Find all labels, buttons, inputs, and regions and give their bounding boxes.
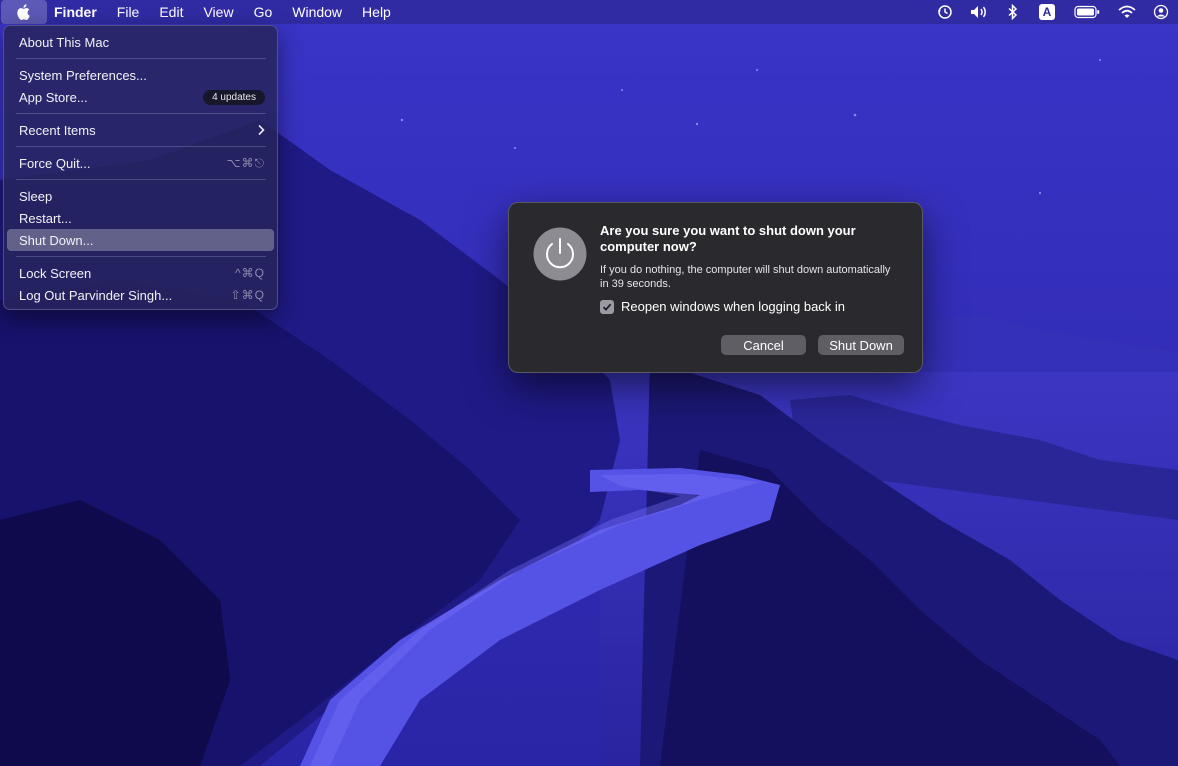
chevron-right-icon — [258, 124, 265, 136]
menu-item-shortcut: ^⌘Q — [235, 266, 265, 280]
status-area: A — [928, 0, 1178, 24]
checkbox-label: Reopen windows when logging back in — [621, 299, 846, 314]
menu-item-label: About This Mac — [19, 34, 110, 50]
menu-separator — [16, 58, 266, 59]
menu-item-shut-down[interactable]: Shut Down... — [7, 229, 274, 251]
time-machine-icon[interactable] — [928, 0, 962, 24]
checkmark-icon — [602, 303, 612, 311]
menu-go[interactable]: Go — [244, 0, 283, 24]
menu-item-label: Recent Items — [19, 122, 96, 138]
menu-separator — [16, 146, 266, 147]
checkbox-box[interactable] — [600, 299, 614, 314]
menu-item-log-out[interactable]: Log Out Parvinder Singh... ⇧⌘Q — [7, 284, 274, 306]
menu-window[interactable]: Window — [282, 0, 352, 24]
shut-down-button[interactable]: Shut Down — [818, 335, 904, 355]
menu-item-restart[interactable]: Restart... — [7, 207, 274, 229]
menu-item-shortcut: ⌥⌘⎋ — [226, 155, 265, 170]
menu-file[interactable]: File — [107, 0, 150, 24]
menu-item-shortcut: ⇧⌘Q — [230, 288, 265, 302]
menu-item-label: Sleep — [19, 188, 53, 204]
apple-menu-button[interactable] — [1, 0, 47, 24]
volume-icon[interactable] — [962, 0, 996, 24]
menu-item-about-this-mac[interactable]: About This Mac — [7, 31, 274, 53]
menu-bar: Finder File Edit View Go Window Help A — [0, 0, 1178, 24]
power-icon — [533, 227, 587, 281]
menu-item-app-store[interactable]: App Store... 4 updates — [7, 86, 274, 108]
menu-item-system-preferences[interactable]: System Preferences... — [7, 64, 274, 86]
apple-icon — [17, 4, 30, 20]
menu-item-label: Restart... — [19, 210, 72, 226]
menu-item-force-quit[interactable]: Force Quit... ⌥⌘⎋ — [7, 152, 274, 174]
menu-item-lock-screen[interactable]: Lock Screen ^⌘Q — [7, 262, 274, 284]
shutdown-dialog: Are you sure you want to shut down your … — [508, 202, 923, 373]
menu-item-sleep[interactable]: Sleep — [7, 185, 274, 207]
menu-item-label: Shut Down... — [19, 232, 94, 248]
menu-item-label: App Store... — [19, 89, 88, 105]
updates-badge: 4 updates — [203, 89, 265, 105]
input-source-letter: A — [1039, 4, 1055, 20]
bluetooth-icon[interactable] — [996, 0, 1030, 24]
menu-item-label: Log Out Parvinder Singh... — [19, 287, 173, 303]
dialog-message: If you do nothing, the computer will shu… — [600, 264, 891, 290]
menu-item-recent-items[interactable]: Recent Items — [7, 119, 274, 141]
menu-finder[interactable]: Finder — [47, 0, 107, 24]
reopen-windows-checkbox[interactable]: Reopen windows when logging back in — [600, 299, 845, 314]
menu-separator — [16, 256, 266, 257]
menu-item-label: Force Quit... — [19, 155, 91, 171]
menu-edit[interactable]: Edit — [149, 0, 193, 24]
menu-item-label: System Preferences... — [19, 67, 147, 83]
user-icon[interactable] — [1144, 0, 1178, 24]
menu-view[interactable]: View — [193, 0, 243, 24]
input-source-icon[interactable]: A — [1030, 0, 1064, 24]
apple-menu: About This Mac System Preferences... App… — [3, 25, 278, 310]
menu-separator — [16, 113, 266, 114]
wifi-icon[interactable] — [1110, 0, 1144, 24]
menu-item-label: Lock Screen — [19, 265, 92, 281]
cancel-button[interactable]: Cancel — [721, 335, 806, 355]
menu-separator — [16, 179, 266, 180]
menu-help[interactable]: Help — [352, 0, 401, 24]
battery-icon[interactable] — [1064, 0, 1110, 24]
dialog-title: Are you sure you want to shut down your … — [600, 223, 856, 254]
